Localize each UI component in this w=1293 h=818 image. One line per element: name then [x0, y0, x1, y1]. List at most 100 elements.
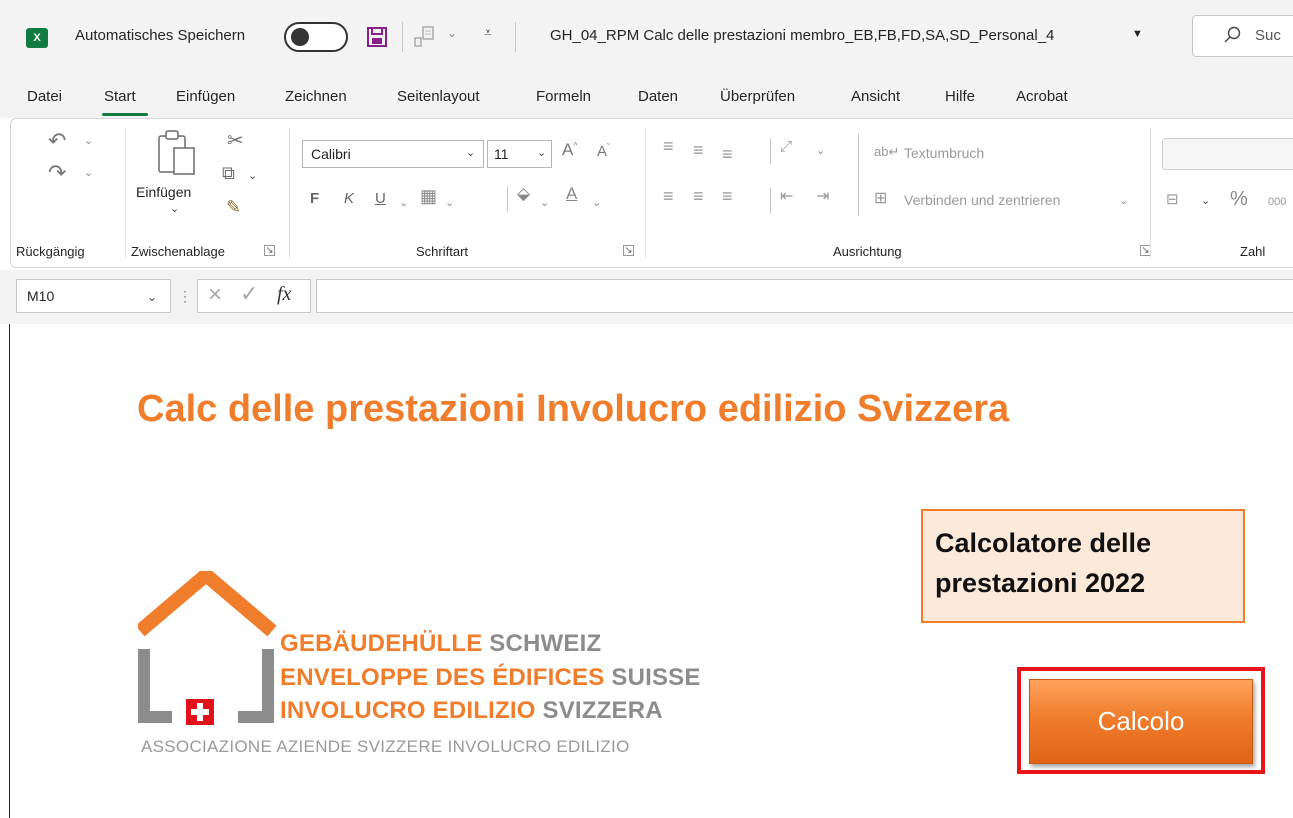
- chevron-down-icon[interactable]: ⌄: [84, 134, 93, 147]
- fill-color-icon[interactable]: ⬙: [517, 184, 530, 204]
- shrink-font-icon[interactable]: Aˇ: [597, 142, 610, 160]
- group-separator: [125, 128, 126, 258]
- toggle-knob: [291, 28, 309, 46]
- align-right-icon[interactable]: ≡: [722, 186, 733, 207]
- autosave-label: Automatisches Speichern: [75, 27, 246, 44]
- ribbon-separator: [770, 188, 771, 214]
- calcolo-button-label: Calcolo: [1097, 706, 1185, 736]
- logo-line-2-orange: ENVELOPPE DES ÉDIFICES: [280, 664, 605, 691]
- font-color-icon[interactable]: A: [566, 184, 577, 204]
- chevron-down-icon[interactable]: ⌄: [537, 146, 546, 159]
- house-logo-icon: [138, 571, 277, 725]
- redo-icon[interactable]: ↷: [48, 160, 66, 186]
- borders-icon[interactable]: ▦: [420, 186, 437, 207]
- number-format-field[interactable]: [1162, 138, 1293, 170]
- logo-line-2-gray: SUISSE: [611, 664, 701, 691]
- chevron-down-icon[interactable]: ⌄: [1201, 194, 1210, 207]
- tab-formeln[interactable]: Formeln: [536, 88, 591, 105]
- tab-ueberpruefen[interactable]: Überprüfen: [720, 88, 795, 105]
- logo-line-1: GEBÄUDEHÜLLE SCHWEIZ: [280, 630, 601, 658]
- align-middle-icon[interactable]: ≡: [693, 140, 704, 161]
- chevron-down-icon[interactable]: ⌄: [248, 169, 257, 182]
- formula-input[interactable]: [316, 279, 1293, 313]
- wrap-text-icon[interactable]: ab↵: [874, 144, 899, 160]
- font-name-field[interactable]: Calibri: [302, 140, 484, 168]
- underline-button[interactable]: U: [375, 190, 386, 207]
- calculator-info-text: Calcolatore delle prestazioni 2022: [935, 528, 1152, 598]
- group-label-clipboard: Zwischenablage: [131, 244, 225, 259]
- form-icon[interactable]: [412, 24, 442, 50]
- group-separator: [645, 128, 646, 258]
- align-left-icon[interactable]: ≡: [663, 186, 674, 207]
- dialog-launcher-icon[interactable]: ↘: [623, 245, 634, 256]
- tab-hilfe[interactable]: Hilfe: [945, 88, 975, 105]
- chevron-down-icon[interactable]: ⌄: [592, 196, 601, 209]
- copy-icon[interactable]: ⧉: [222, 163, 235, 184]
- worksheet-edge: [9, 324, 10, 818]
- tab-start[interactable]: Start: [104, 88, 136, 105]
- bold-button[interactable]: F: [310, 190, 319, 207]
- italic-button[interactable]: K: [344, 190, 354, 207]
- cancel-icon[interactable]: ×: [208, 281, 222, 309]
- group-separator: [289, 128, 290, 258]
- save-icon[interactable]: [366, 26, 388, 48]
- caret-down-icon[interactable]: ▼: [1132, 28, 1143, 40]
- tab-seitenlayout[interactable]: Seitenlayout: [397, 88, 480, 105]
- group-label-undo: Rückgängig: [16, 244, 85, 259]
- ribbon-tabs: Datei Start Einfügen Zeichnen Seitenlayo…: [0, 76, 1293, 118]
- chevron-down-icon[interactable]: ⌄: [399, 196, 408, 209]
- paste-icon[interactable]: [154, 128, 200, 178]
- calcolo-button[interactable]: Calcolo: [1029, 679, 1253, 764]
- paste-label[interactable]: Einfügen: [136, 184, 191, 200]
- ribbon-separator: [770, 138, 771, 164]
- tab-einfuegen[interactable]: Einfügen: [176, 88, 235, 105]
- logo-line-3: INVOLUCRO EDILIZIO SVIZZERA: [280, 697, 663, 725]
- align-bottom-icon[interactable]: ≡: [722, 144, 733, 165]
- insert-function-icon[interactable]: fx: [277, 283, 291, 306]
- autosave-toggle[interactable]: [284, 22, 348, 52]
- document-title[interactable]: GH_04_RPM Calc delle prestazioni membro_…: [550, 27, 1054, 44]
- search-placeholder: Suc: [1255, 27, 1281, 44]
- logo-subtitle: ASSOCIAZIONE AZIENDE SVIZZERE INVOLUCRO …: [141, 737, 630, 756]
- tab-acrobat[interactable]: Acrobat: [1016, 88, 1068, 105]
- grow-font-icon[interactable]: A^: [562, 140, 578, 160]
- cut-icon[interactable]: ✂: [227, 128, 244, 153]
- chevron-down-icon[interactable]: ⌄: [147, 290, 157, 304]
- align-top-icon[interactable]: ≡: [663, 136, 674, 157]
- chevron-down-icon[interactable]: ⌄: [540, 196, 549, 209]
- title-bar: X Automatisches Speichern ⌄ ⩡ GH_04_RPM …: [0, 0, 1293, 76]
- merge-center-button[interactable]: Verbinden und zentrieren: [904, 192, 1060, 208]
- wrap-text-button[interactable]: Textumbruch: [904, 145, 984, 161]
- chevron-down-icon[interactable]: ⌄: [445, 196, 454, 209]
- merge-center-icon[interactable]: ⊞: [874, 188, 887, 208]
- titlebar-separator: [402, 22, 403, 52]
- tab-zeichnen[interactable]: Zeichnen: [285, 88, 347, 105]
- drag-handle-icon[interactable]: ⋮: [178, 288, 192, 305]
- customize-quick-access-icon[interactable]: ⩡: [484, 24, 492, 41]
- tab-datei[interactable]: Datei: [27, 88, 62, 105]
- decrease-indent-icon[interactable]: ⇤: [780, 186, 793, 206]
- chevron-down-icon[interactable]: ⌄: [170, 202, 179, 215]
- logo-line-3-gray: SVIZZERA: [542, 697, 663, 724]
- chevron-down-icon[interactable]: ⌄: [84, 166, 93, 179]
- thousands-button[interactable]: 000: [1268, 196, 1286, 208]
- align-center-icon[interactable]: ≡: [693, 186, 704, 207]
- logo-line-3-orange: INVOLUCRO EDILIZIO: [280, 697, 536, 724]
- chevron-down-icon[interactable]: ⌄: [1119, 194, 1128, 207]
- logo-line-1-orange: GEBÄUDEHÜLLE: [280, 630, 483, 657]
- tab-ansicht[interactable]: Ansicht: [851, 88, 900, 105]
- chevron-down-icon[interactable]: ⌄: [466, 146, 475, 159]
- enter-icon[interactable]: ✓: [240, 281, 258, 307]
- orientation-icon[interactable]: ⤢: [780, 138, 792, 155]
- format-painter-icon[interactable]: ✎: [226, 197, 241, 218]
- dialog-launcher-icon[interactable]: ↘: [264, 245, 275, 256]
- accounting-format-icon[interactable]: ⊟: [1166, 190, 1179, 208]
- chevron-down-icon[interactable]: ⌄: [447, 26, 457, 40]
- percent-button[interactable]: %: [1230, 188, 1248, 211]
- page-title: Calc delle prestazioni Involucro edilizi…: [137, 388, 1010, 430]
- increase-indent-icon[interactable]: ⇥: [816, 186, 829, 206]
- tab-daten[interactable]: Daten: [638, 88, 678, 105]
- excel-icon: X: [26, 28, 48, 48]
- chevron-down-icon[interactable]: ⌄: [816, 144, 825, 157]
- undo-icon[interactable]: ↶: [48, 128, 66, 154]
